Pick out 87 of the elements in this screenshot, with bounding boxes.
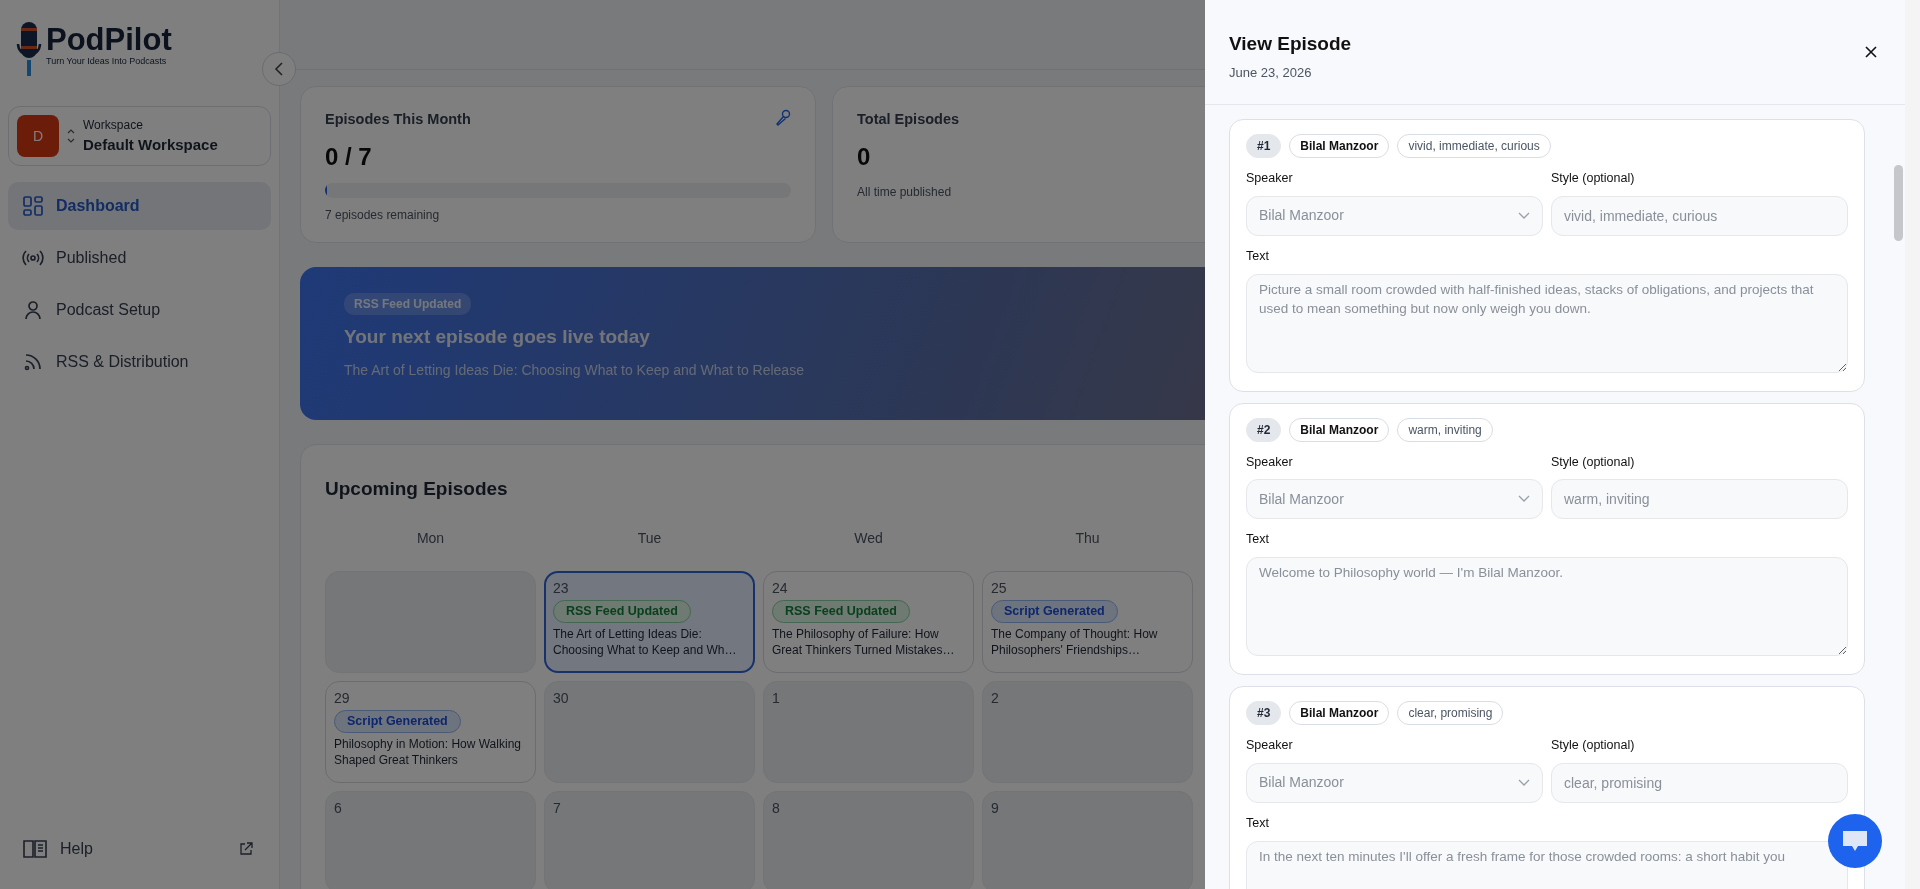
chevron-left-icon [274,62,284,76]
stat-note: All time published [857,183,952,201]
calendar-day[interactable]: 6 [325,790,536,889]
calendar-day[interactable]: 29 Script Generated Philosophy in Motion: How Walking Shaped Great Thinkers [325,680,536,783]
status-badge: Script Generated [334,710,461,734]
help-link[interactable]: Help [8,825,107,873]
field-label: Speaker [1246,453,1293,471]
speaker-select[interactable]: Bilal Manzoor [1246,195,1543,236]
day-number: 29 [334,689,350,707]
external-link-icon [239,842,253,856]
book-icon [22,838,48,860]
field-label: Style (optional) [1551,737,1635,754]
field-label: Speaker [1246,737,1293,754]
calendar-day[interactable]: 9 [982,790,1193,889]
sidebar-item[interactable]: RSS & Distribution [8,338,271,386]
banner-subtitle: The Art of Letting Ideas Die: Choosing What to Keep and What to Release [344,360,804,380]
microphone-logo-icon [16,20,42,78]
day-number: 6 [334,799,342,817]
chevron-up-down-icon [67,128,75,144]
calendar-day[interactable]: 24 RSS Feed Updated The Philosophy of Failure: How Great Thinkers Turned Mistakes… [763,570,974,673]
stat-note: 7 episodes remaining [325,206,440,224]
scrollbar-thumb[interactable] [1894,165,1903,241]
chevron-down-icon [1518,211,1530,220]
field-label: Text [1246,247,1269,265]
workspace-name: Default Workspace [83,134,218,155]
workspace-switcher[interactable]: D Workspace Default Workspace [8,106,271,166]
workspace-avatar: D [17,115,59,157]
stat-title: Total Episodes [857,110,960,129]
episode-date: June 23, 2026 [1229,63,1312,82]
episode-title: The Company of Thought: How Philosophers' Friendships… [991,626,1159,659]
stat-title: Episodes This Month [325,110,471,129]
drawer-title: View Episode [1229,32,1352,56]
logo-text: PodPilot [46,24,172,55]
calendar-day[interactable]: 23 RSS Feed Updated The Art of Letting Ideas Die: Choosing What to Keep and Wh… [544,570,755,673]
stat-value: 0 / 7 [325,141,372,172]
chat-bubble-icon [1841,829,1869,853]
workspace-label: Workspace [83,116,143,134]
person-icon [22,299,44,321]
day-number: 2 [991,689,999,707]
close-icon [1865,46,1877,58]
calendar-day[interactable]: 30 [544,680,755,783]
field-label: Style (optional) [1551,170,1635,187]
calendar-title: Upcoming Episodes [325,477,508,501]
status-badge: Script Generated [991,600,1118,624]
day-number: 1 [772,689,780,707]
speaker-select[interactable]: Bilal Manzoor [1246,762,1543,803]
calendar-day[interactable]: 1 [763,680,974,783]
field-label: Speaker [1246,170,1293,187]
day-number: 8 [772,799,780,817]
episode-title: Philosophy in Motion: How Walking Shaped Great Thinkers [334,736,522,769]
banner-title: Your next episode goes live today [344,325,650,349]
speaker-select[interactable]: Bilal Manzoor [1246,479,1543,520]
calendar-day[interactable]: 8 [763,790,974,889]
segment-number: #2 [1246,417,1282,442]
sidebar-item[interactable]: Dashboard [8,182,271,230]
status-badge: RSS Feed Updated [772,600,910,624]
dashboard-grid-icon [22,195,44,217]
weekday-label: Mon [415,528,446,548]
field-label: Style (optional) [1551,453,1635,471]
stat-value: 0 [857,141,871,172]
calendar-day[interactable]: 2 [982,680,1193,783]
day-number: 25 [991,579,1007,597]
episode-title: The Philosophy of Failure: How Great Thinkers Turned Mistakes… [772,626,956,659]
rss-icon [22,351,44,373]
segment-number: #1 [1246,134,1282,158]
field-label: Text [1246,814,1269,832]
day-number: 24 [772,579,788,597]
sidebar-item[interactable]: Published [8,234,271,282]
calendar-day[interactable]: 7 [544,790,755,889]
day-number: 23 [553,579,569,597]
tagline: Turn Your Ideas Into Podcasts [46,55,167,68]
field-label: Text [1246,531,1269,549]
collapse-button[interactable] [262,52,296,86]
sidebar-item[interactable]: Podcast Setup [8,286,271,334]
weekday-label: Wed [853,528,884,548]
chevron-down-icon [1518,778,1530,787]
chevron-down-icon [1518,495,1530,504]
status-badge: RSS Feed Updated [553,600,691,624]
day-number: 7 [553,799,561,817]
segment-number: #3 [1246,701,1282,725]
day-number: 30 [553,689,569,707]
weekday-label: Thu [1074,528,1101,548]
weekday-label: Tue [636,528,663,548]
calendar-day[interactable]: 25 Script Generated The Company of Thought: How Philosophers' Friendships… [982,570,1193,673]
microphone-icon [775,109,791,127]
day-number: 9 [991,799,999,817]
episode-title: The Art of Letting Ideas Die: Choosing What to Keep and Wh… [553,626,738,659]
